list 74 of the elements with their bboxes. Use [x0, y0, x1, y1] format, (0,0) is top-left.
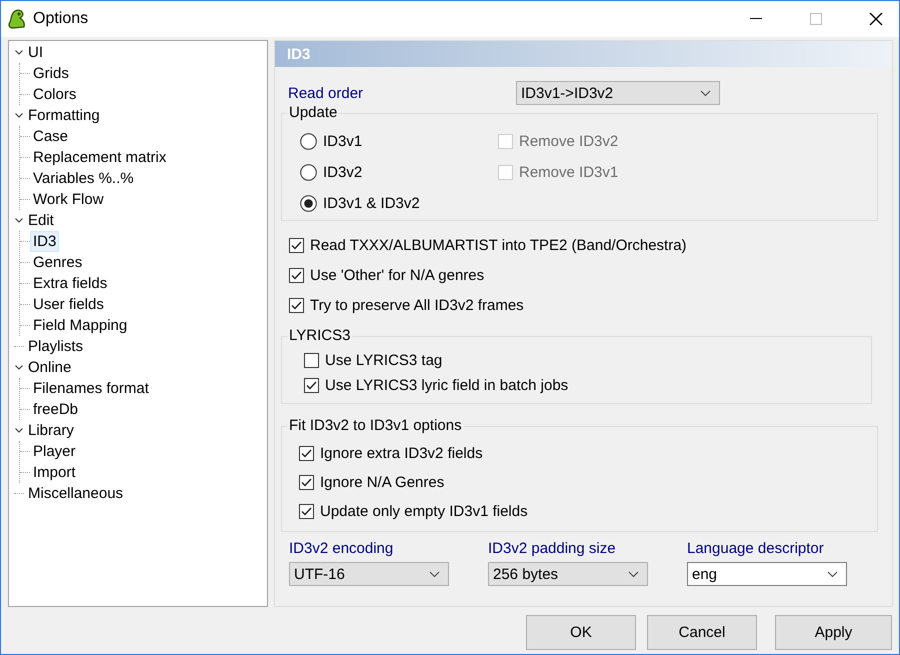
- checkbox-label: Use LYRICS3 tag: [325, 352, 442, 368]
- tree-item[interactable]: Edit: [25, 210, 57, 231]
- tree-item[interactable]: Library: [25, 420, 77, 441]
- checkbox[interactable]: [299, 475, 314, 490]
- tree-item[interactable]: freeDb: [30, 399, 82, 420]
- dropdown[interactable]: UTF-16: [289, 562, 449, 586]
- dropdown[interactable]: 256 bytes: [488, 562, 648, 586]
- chevron-down-icon: [827, 570, 838, 578]
- expand-icon[interactable]: [15, 218, 23, 223]
- field-label: Read order: [288, 84, 364, 102]
- checkbox[interactable]: [299, 504, 314, 519]
- tree-item[interactable]: Miscellaneous: [25, 483, 126, 504]
- chevron-down-icon: [628, 570, 639, 578]
- tree-item[interactable]: Variables %..%: [30, 168, 137, 189]
- expand-icon[interactable]: [15, 428, 23, 433]
- checkbox[interactable]: [289, 298, 304, 312]
- tree-item[interactable]: Player: [30, 441, 79, 462]
- checkbox-label: Use 'Other' for N/A genres: [310, 266, 484, 284]
- read-order-dropdown[interactable]: ID3v1->ID3v2: [516, 81, 720, 105]
- close-icon: [869, 12, 883, 26]
- tree-item[interactable]: Colors: [30, 84, 80, 105]
- checkbox-label: Ignore extra ID3v2 fields: [320, 445, 483, 462]
- checkbox-label: Update only empty ID3v1 fields: [320, 503, 528, 520]
- tree-item[interactable]: Genres: [30, 252, 86, 273]
- expand-icon[interactable]: [15, 365, 23, 370]
- dialog-button[interactable]: OK: [526, 615, 636, 650]
- tree-item[interactable]: Extra fields: [30, 273, 110, 294]
- group-title: Update: [287, 104, 340, 121]
- expand-icon[interactable]: [15, 113, 23, 118]
- field-label: ID3v2 encoding: [289, 540, 394, 557]
- tree-item[interactable]: Field Mapping: [30, 315, 130, 336]
- checkbox-label: Use LYRICS3 lyric field in batch jobs: [325, 376, 568, 394]
- checkbox[interactable]: [304, 378, 319, 392]
- checkbox[interactable]: [304, 352, 319, 368]
- checkbox-label: Try to preserve All ID3v2 frames: [310, 296, 524, 314]
- radio-button[interactable]: [300, 164, 317, 181]
- tree-item[interactable]: Formatting: [25, 105, 103, 126]
- dialog-button[interactable]: Apply: [775, 615, 892, 650]
- checkbox[interactable]: [289, 268, 304, 282]
- tree-item[interactable]: Grids: [30, 63, 72, 84]
- minimize-icon: [750, 18, 762, 20]
- checkbox[interactable]: [299, 446, 314, 461]
- group-title: Fit ID3v2 to ID3v1 options: [287, 417, 464, 434]
- checkbox-label: Remove ID3v2: [519, 133, 618, 150]
- expand-icon[interactable]: [15, 50, 23, 55]
- tree-item[interactable]: Import: [30, 462, 79, 483]
- checkbox-label: Read TXXX/ALBUMARTIST into TPE2 (Band/Orchestra): [310, 236, 687, 254]
- app-icon: [7, 8, 27, 30]
- tree-item[interactable]: Work Flow: [30, 189, 107, 210]
- radio-label: ID3v2: [323, 164, 362, 181]
- tree-item[interactable]: Case: [30, 126, 72, 147]
- radio-label: ID3v1 & ID3v2: [323, 195, 420, 212]
- field-label: ID3v2 padding size: [488, 540, 617, 557]
- radio-label: ID3v1: [323, 133, 362, 150]
- tree-item[interactable]: Filenames format: [30, 378, 152, 399]
- tree-item[interactable]: ID3: [30, 231, 60, 252]
- tree-item[interactable]: Online: [25, 357, 74, 378]
- section-header: ID3: [275, 41, 892, 67]
- maximize-icon: [810, 13, 822, 25]
- chevron-down-icon: [429, 570, 440, 578]
- dialog-button[interactable]: Cancel: [647, 615, 757, 650]
- chevron-down-icon: [700, 90, 711, 96]
- dropdown[interactable]: eng: [687, 562, 847, 586]
- tree-item[interactable]: Playlists: [25, 336, 86, 357]
- tree-item[interactable]: Replacement matrix: [30, 147, 170, 168]
- radio-button[interactable]: [300, 195, 317, 212]
- checkbox-label: Remove ID3v1: [519, 164, 618, 181]
- tree-item[interactable]: User fields: [30, 294, 107, 315]
- checkbox[interactable]: [289, 238, 304, 252]
- tree-item[interactable]: UI: [25, 42, 46, 63]
- field-label: Language descriptor: [687, 540, 825, 557]
- checkbox-label: Ignore N/A Genres: [320, 474, 444, 491]
- window-title: Options: [33, 10, 90, 28]
- radio-button[interactable]: [300, 133, 317, 150]
